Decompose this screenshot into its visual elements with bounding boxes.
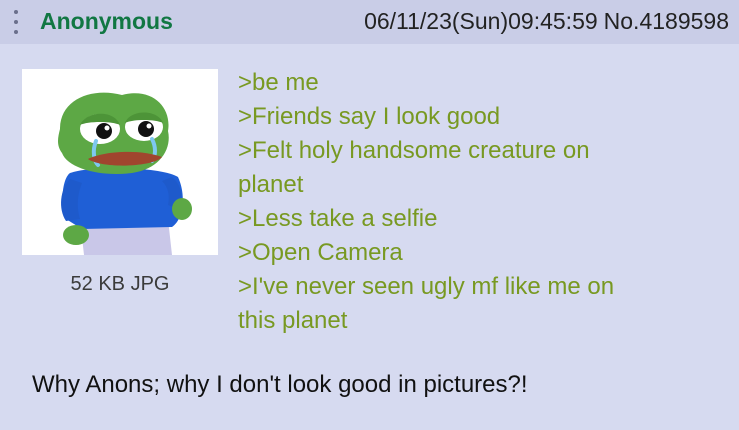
greentext-block: >be me >Friends say I look good >Felt ho… xyxy=(238,66,718,338)
greentext-line: this planet xyxy=(238,307,348,334)
greentext-line: >be me xyxy=(238,69,319,96)
greentext-line: >Open Camera xyxy=(238,239,403,266)
greentext-line: >Felt holy handsome creature on xyxy=(238,137,590,164)
sad-frog-image xyxy=(58,92,192,255)
poster-name: Anonymous xyxy=(40,8,173,34)
post-header: Anonymous 06/11/23(Sun)09:45:59 No.418959… xyxy=(0,0,739,44)
greentext-line: >Less take a selfie xyxy=(238,205,438,232)
file-info: 52 KB JPG xyxy=(70,273,170,295)
post-datetime: 06/11/23(Sun)09:45:59 xyxy=(364,8,598,34)
post-number[interactable]: No.4189598 xyxy=(604,8,729,34)
post-comment: Why Anons; why I don't look good in pict… xyxy=(32,371,528,398)
post: Anonymous 06/11/23(Sun)09:45:59 No.418959… xyxy=(0,0,739,430)
greentext-line: >I've never seen ugly mf like me on xyxy=(238,273,615,300)
greentext-line: planet xyxy=(238,171,304,198)
post-meta: 06/11/23(Sun)09:45:59 No.4189598 xyxy=(364,6,729,36)
more-options-icon[interactable] xyxy=(12,7,20,37)
greentext-line: >Friends say I look good xyxy=(238,103,501,130)
post-thumbnail[interactable] xyxy=(22,69,218,255)
